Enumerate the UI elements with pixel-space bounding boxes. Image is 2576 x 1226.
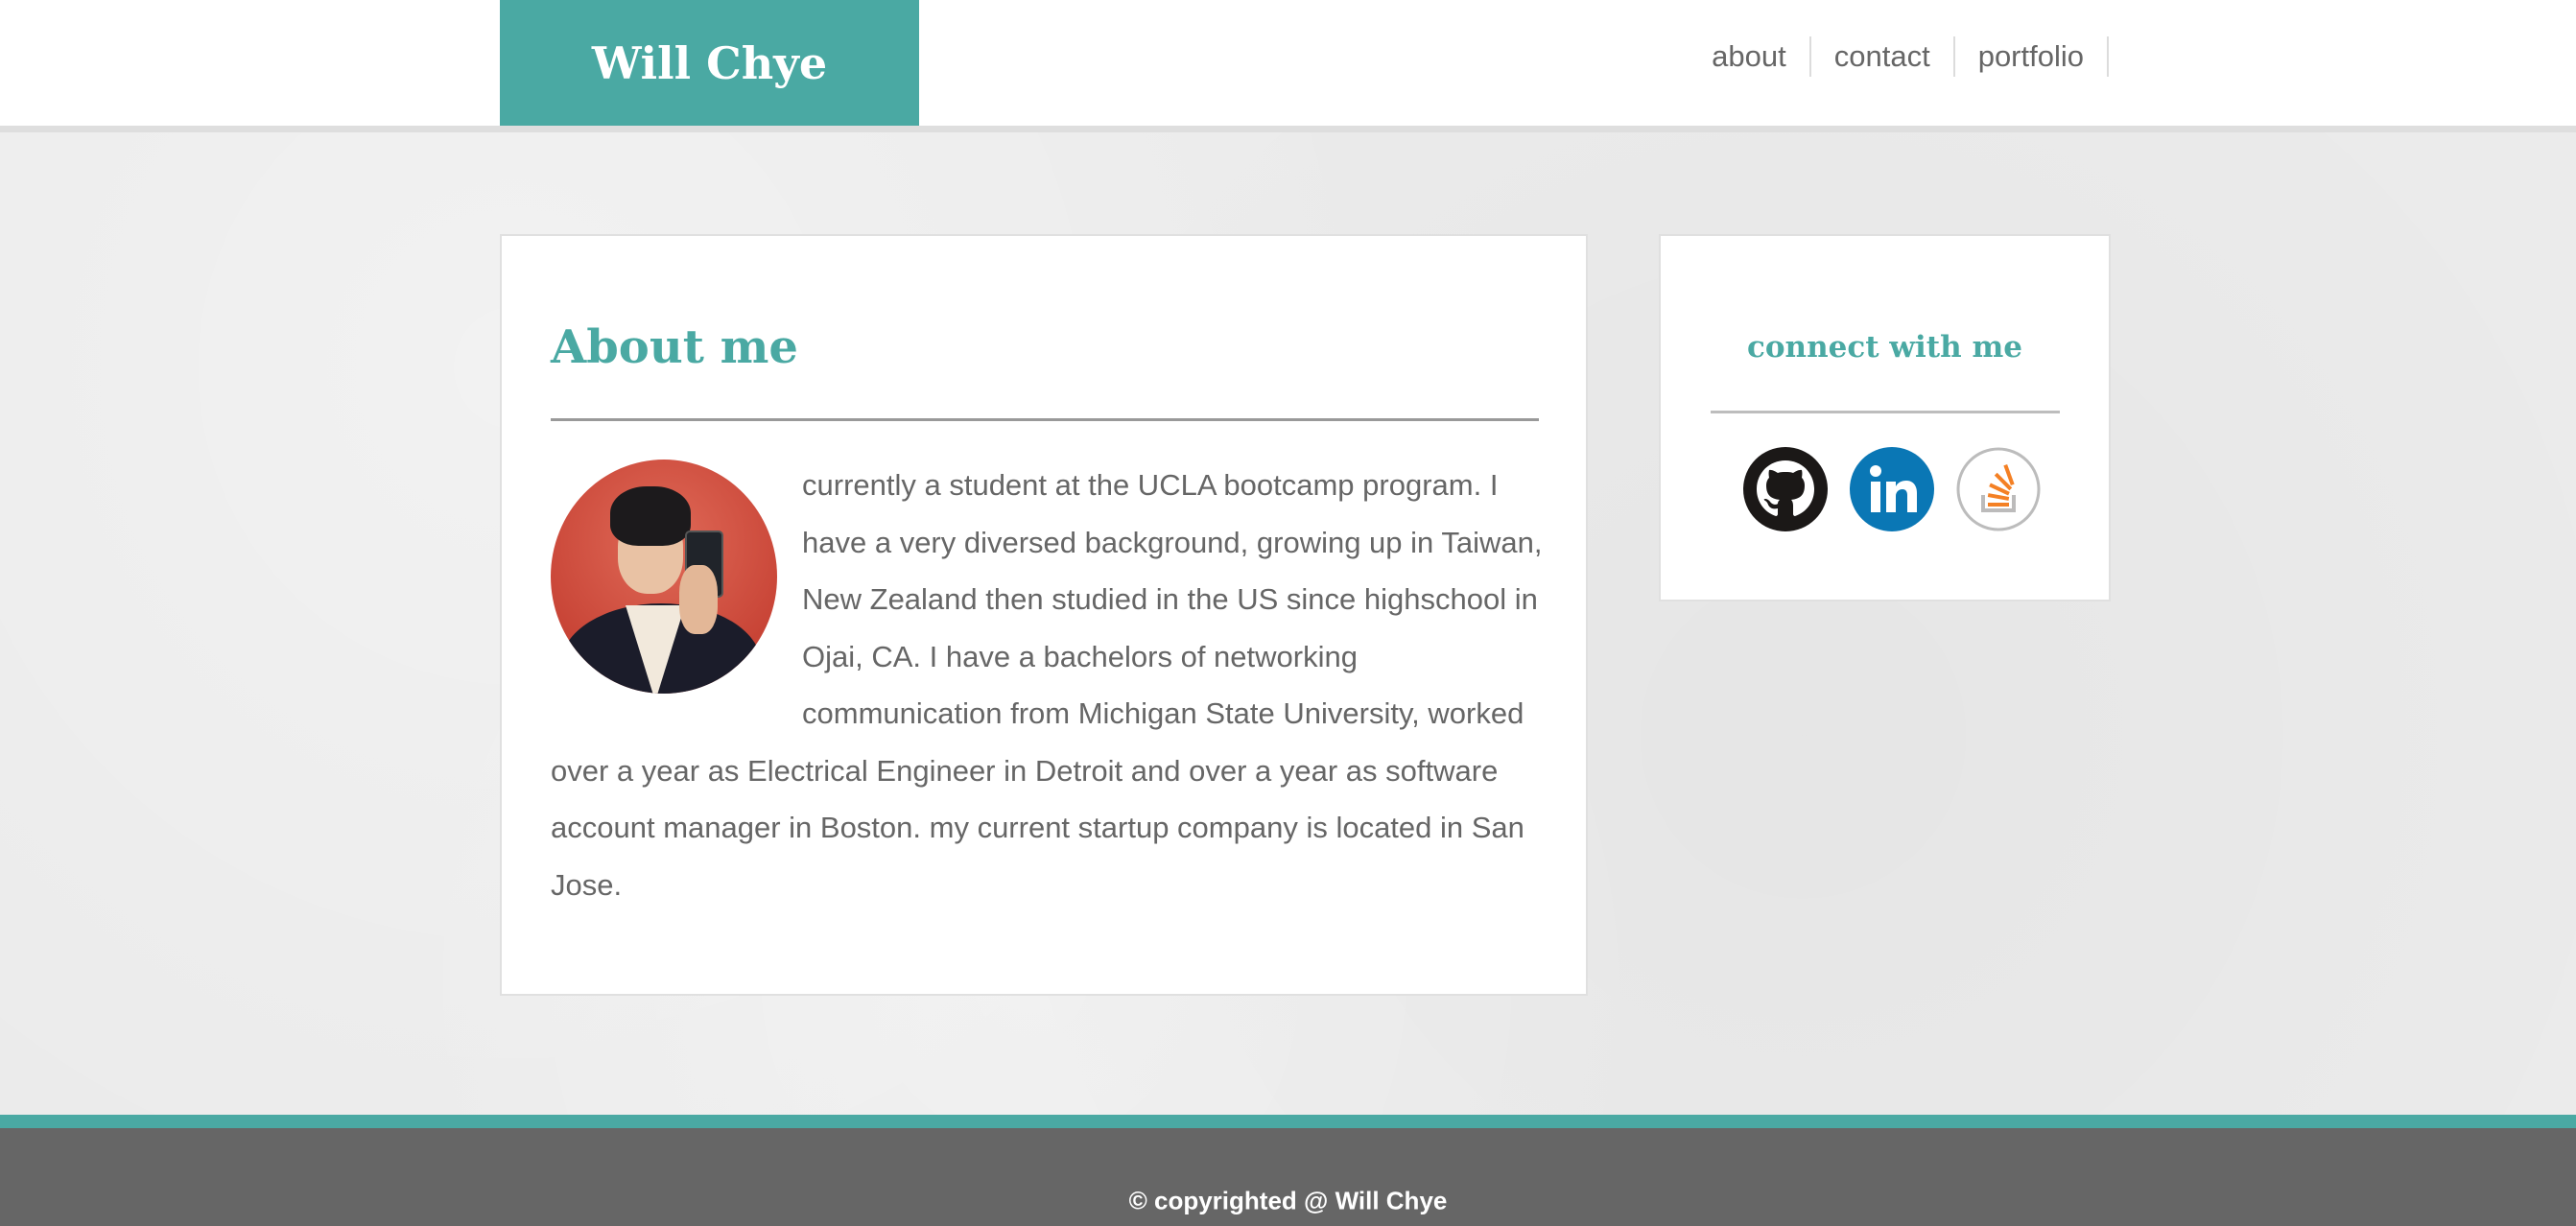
about-divider bbox=[551, 418, 1539, 421]
stackoverflow-link[interactable] bbox=[1956, 447, 2041, 531]
nav-contact-link[interactable]: contact bbox=[1811, 36, 1955, 78]
connect-heading: connect with me bbox=[1747, 330, 2022, 365]
site-title[interactable]: Will Chye bbox=[592, 37, 827, 89]
connect-divider bbox=[1711, 411, 2060, 413]
main-nav: about contact portfolio bbox=[1689, 36, 2109, 78]
github-link[interactable] bbox=[1743, 447, 1828, 531]
about-body: currently a student at the UCLA bootcamp… bbox=[551, 457, 1543, 913]
nav-about-link[interactable]: about bbox=[1689, 36, 1811, 78]
connect-card: connect with me bbox=[1659, 234, 2111, 601]
site-footer: © copyrighted @ Will Chye bbox=[0, 1115, 2576, 1226]
site-header: Will Chye about contact portfolio bbox=[0, 0, 2576, 132]
nav-portfolio-link[interactable]: portfolio bbox=[1955, 36, 2109, 78]
photo-hand bbox=[679, 565, 718, 634]
brand-block[interactable]: Will Chye bbox=[500, 0, 919, 126]
copyright-text: © copyrighted @ Will Chye bbox=[1128, 1186, 1448, 1215]
profile-photo bbox=[551, 460, 777, 694]
photo-hair bbox=[610, 486, 691, 546]
linkedin-icon bbox=[1850, 447, 1934, 531]
about-card: About me currently a student at the UCLA… bbox=[500, 234, 1588, 996]
linkedin-link[interactable] bbox=[1850, 447, 1934, 531]
github-icon bbox=[1743, 447, 1828, 531]
about-heading: About me bbox=[551, 320, 798, 374]
stackoverflow-icon bbox=[1956, 447, 2041, 531]
